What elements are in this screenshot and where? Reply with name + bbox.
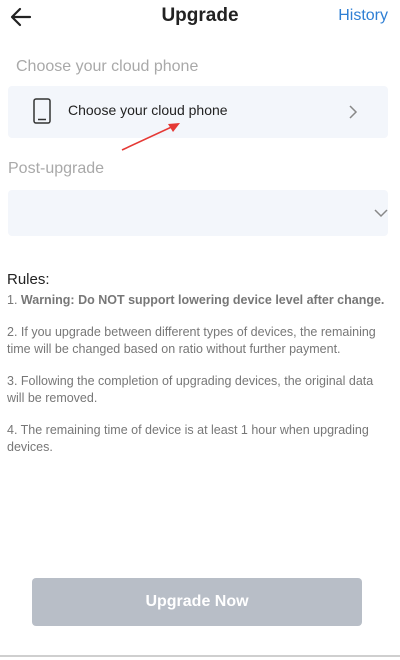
choose-phone-text: Choose your cloud phone [68,102,228,118]
rule-item-1: 1. Warning: Do NOT support lowering devi… [7,292,393,309]
rule-1-number: 1. [7,292,21,307]
upgrade-now-button[interactable]: Upgrade Now [32,578,362,626]
bottom-divider [0,655,400,657]
rule-item-3: 3. Following the completion of upgrading… [7,374,374,405]
post-upgrade-select[interactable] [8,190,388,236]
post-upgrade-label: Post-upgrade [8,160,105,177]
history-link[interactable]: History [338,7,388,25]
rules-title: Rules: [7,271,50,288]
rules-section: Rules: 1. Warning: Do NOT support loweri… [7,271,393,471]
choose-phone-label: Choose your cloud phone [16,58,199,75]
annotation-arrow-icon [121,123,180,151]
choose-phone-card[interactable]: Choose your cloud phone [8,86,388,138]
rule-item-2: 2. If you upgrade between different type… [7,325,376,356]
chevron-right-icon [349,105,358,119]
chevron-down-icon [374,209,388,218]
rule-1-warning: Warning: Do NOT support lowering device … [20,292,385,307]
header-bar: Upgrade History [0,0,400,34]
rule-item-4: 4. The remaining time of device is at le… [7,423,369,454]
phone-icon [33,98,51,124]
